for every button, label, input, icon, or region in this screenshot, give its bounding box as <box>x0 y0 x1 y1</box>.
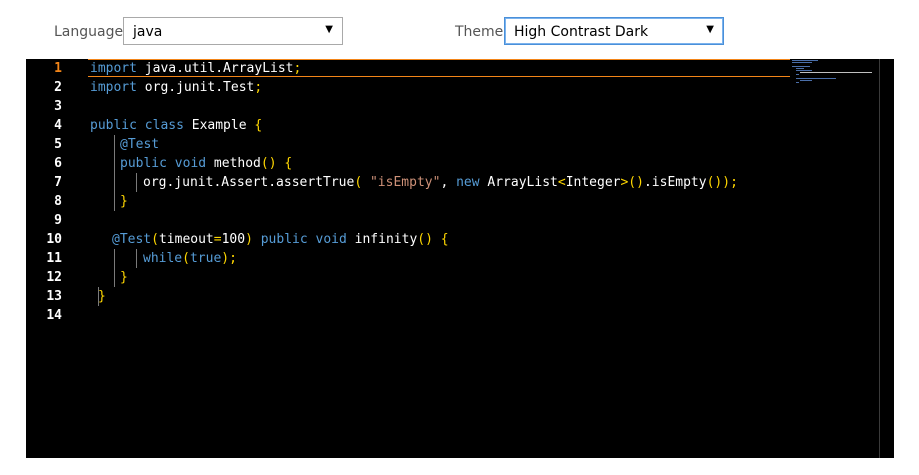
code-token: < <box>557 175 566 190</box>
code-token: ( <box>182 251 190 266</box>
code-token: true <box>189 251 222 266</box>
code-token: org.junit.Assert.assertTrue <box>143 175 355 190</box>
language-select[interactable]: java ▼ <box>123 17 343 45</box>
code-token: public void <box>260 232 347 247</box>
code-line: } <box>120 268 128 287</box>
code-token: @Test <box>112 232 152 247</box>
code-editor[interactable]: 1 2 3 4 5 6 7 8 9 10 11 12 13 14 import java.util.Arr… <box>26 59 894 458</box>
code-token: method <box>206 156 261 171</box>
code-token: import <box>90 80 137 95</box>
indent-guide <box>136 249 137 268</box>
code-token: () { <box>417 232 449 247</box>
code-token: ) <box>245 232 253 247</box>
code-token: Example <box>183 118 255 133</box>
code-token: ); <box>221 251 237 266</box>
code-token: infinity <box>346 232 418 247</box>
line-number: 2 <box>54 80 62 95</box>
line-number: 4 <box>54 118 62 133</box>
indent-guide <box>98 287 99 306</box>
code-token: ArrayList <box>479 175 558 190</box>
line-number: 14 <box>46 308 62 323</box>
code-token: = <box>213 232 222 247</box>
code-line: while(true); <box>143 249 237 268</box>
chevron-down-icon: ▼ <box>325 24 333 35</box>
code-token: org.junit.Test <box>136 80 255 95</box>
code-token: import <box>90 61 137 76</box>
line-number: 6 <box>54 156 62 171</box>
code-token: "isEmpty" <box>369 175 441 190</box>
theme-select[interactable]: High Contrast Dark ▼ <box>504 17 724 45</box>
code-line: org.junit.Assert.assertTrue( "isEmpty", … <box>143 173 738 192</box>
code-line: public void method() { <box>120 154 292 173</box>
code-line: import java.util.ArrayList; <box>90 59 301 78</box>
minimap[interactable] <box>790 59 880 99</box>
line-number: 1 <box>54 61 62 76</box>
line-number: 9 <box>54 213 62 228</box>
line-number: 7 <box>54 175 62 190</box>
code-token: ()); <box>706 175 738 190</box>
code-token: @Test <box>120 137 160 152</box>
code-line: } <box>120 192 128 211</box>
code-token: { <box>254 118 263 133</box>
line-number: 5 <box>54 137 62 152</box>
line-number: 12 <box>46 270 62 285</box>
theme-select-value: High Contrast Dark <box>514 24 649 40</box>
theme-label: Theme <box>455 24 504 40</box>
code-token: >() <box>620 175 644 190</box>
indent-guide <box>114 135 115 211</box>
code-line: @Test <box>120 135 159 154</box>
indent-guide <box>114 249 115 287</box>
code-line: import org.junit.Test; <box>90 78 262 97</box>
line-number: 8 <box>54 194 62 209</box>
code-token: java.util.ArrayList <box>136 61 294 76</box>
code-token: ; <box>293 61 302 76</box>
line-number: 13 <box>46 289 62 304</box>
code-token: public class <box>90 118 184 133</box>
line-number: 11 <box>46 251 62 266</box>
code-token: Integer <box>565 175 621 190</box>
code-token: ( <box>354 175 363 190</box>
chevron-down-icon: ▼ <box>706 24 714 35</box>
code-token: } <box>120 270 128 285</box>
code-token: } <box>120 194 128 209</box>
code-token: while <box>143 251 183 266</box>
code-line: @Test(timeout=100) public void infinity(… <box>112 230 449 249</box>
code-token: new <box>456 175 480 190</box>
code-token: ( <box>151 232 159 247</box>
code-token: timeout <box>158 232 214 247</box>
code-token: } <box>98 289 106 304</box>
line-number: 3 <box>54 99 62 114</box>
code-token: , <box>440 175 457 190</box>
language-label: Language <box>54 24 124 40</box>
indent-guide <box>136 173 137 192</box>
code-token: public void <box>120 156 207 171</box>
line-number: 10 <box>46 232 62 247</box>
code-token: () { <box>260 156 293 171</box>
code-token: ; <box>254 80 263 95</box>
code-line: public class Example { <box>90 116 262 135</box>
vertical-scrollbar[interactable] <box>879 59 894 458</box>
language-select-value: java <box>133 24 163 40</box>
code-token: 100 <box>221 232 246 247</box>
code-token: .isEmpty <box>643 175 707 190</box>
code-line: } <box>98 287 106 306</box>
